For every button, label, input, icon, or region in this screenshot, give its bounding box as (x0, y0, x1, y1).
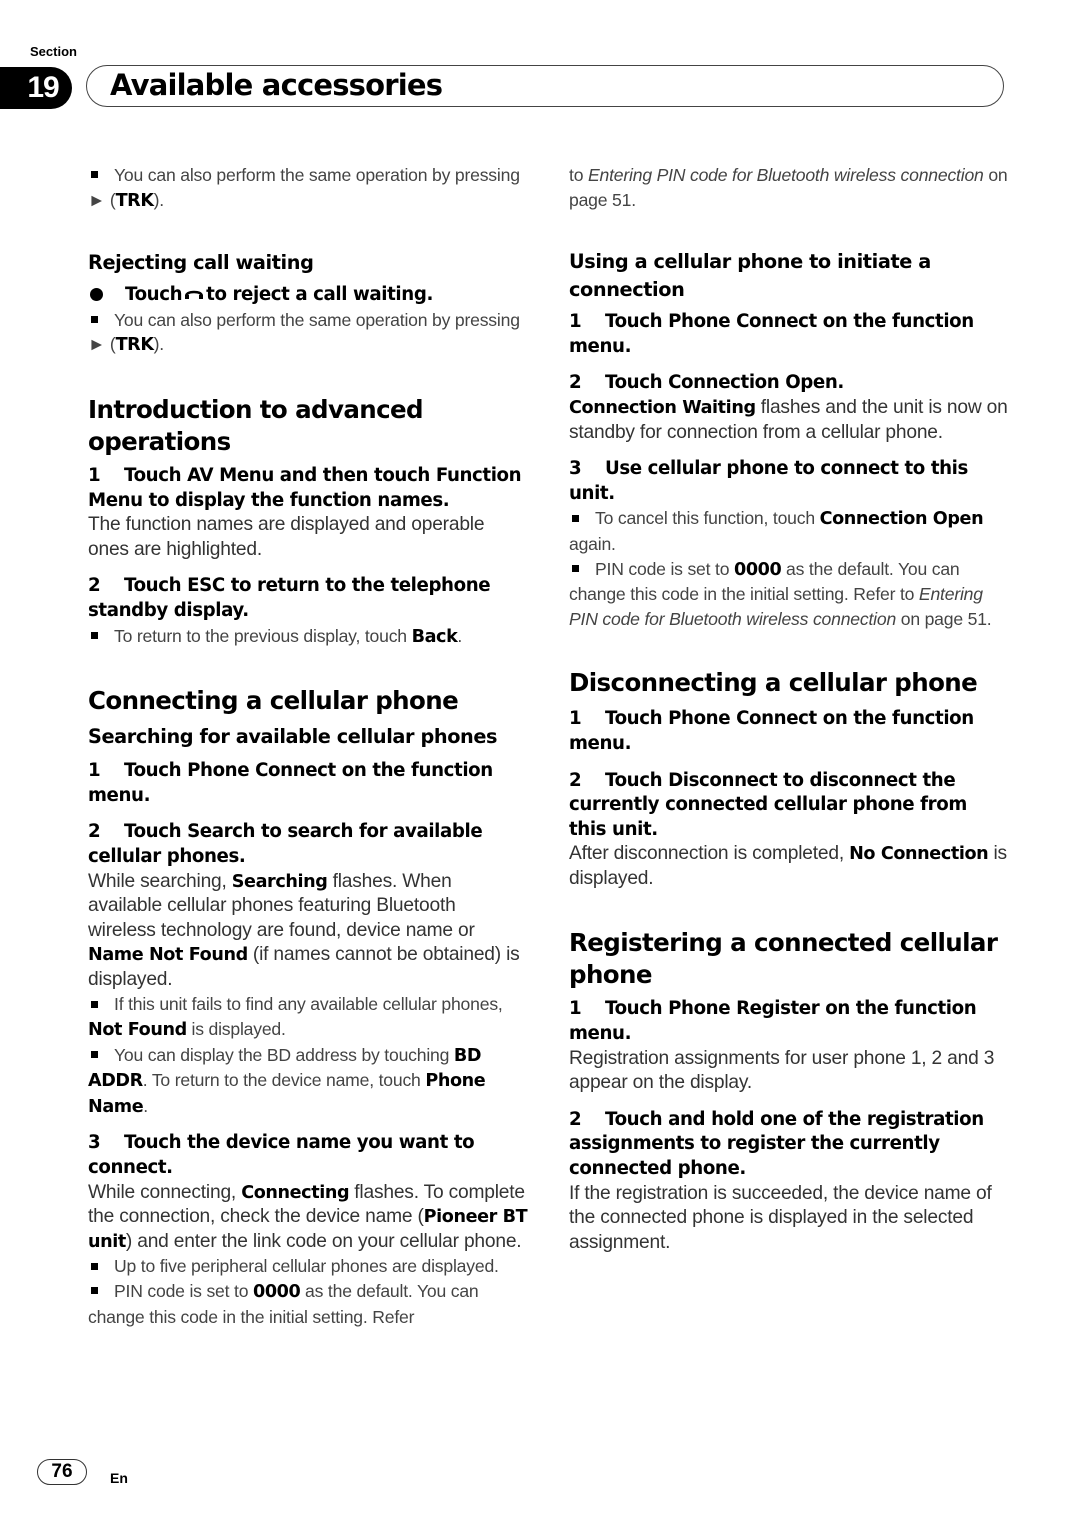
right-column: to Entering PIN code for Bluetooth wirel… (569, 163, 1009, 1255)
play-arrow-icon: ► (88, 189, 106, 210)
note-cancel: To cancel this function, touch Connectio… (569, 508, 984, 554)
disconnecting-step-2-body: After disconnection is completed, No Con… (569, 843, 1007, 889)
disconnecting-step-1: 1 Touch Phone Connect on the function men… (569, 708, 974, 754)
square-bullet-icon (91, 1262, 98, 1270)
note-trk-reject: You can also perform the same operation … (88, 309, 520, 356)
section-number-badge: 19 (0, 67, 72, 109)
intro-step-2-note: To return to the previous display, touch… (88, 624, 528, 650)
reject-bullet: Touch to reject a call waiting. (88, 283, 528, 308)
registering-step-2: 2 Touch and hold one of the registration … (569, 1108, 984, 1180)
cross-reference-link[interactable]: Entering PIN code for Bluetooth wireless… (588, 165, 984, 185)
language-label: En (110, 1470, 128, 1486)
square-bullet-icon (572, 514, 579, 522)
connecting-step-2: 2 Touch Search to search for available ce… (88, 821, 483, 867)
initiate-step-3: 3 Use cellular phone to connect to this u… (569, 458, 968, 504)
disconnecting-step-2: 2 Touch Disconnect to disconnect the curr… (569, 769, 967, 840)
pin-reference-continued: to Entering PIN code for Bluetooth wirel… (569, 165, 1008, 210)
note-pin-code: PIN code is set to 0000 as the default. … (88, 1281, 479, 1327)
initiate-step-2-body: Connection Waiting flashes and the unit … (569, 396, 1008, 443)
rejecting-call-waiting-heading: Rejecting call waiting (88, 251, 314, 275)
connecting-step-3: 3 Touch the device name you want to conne… (88, 1132, 475, 1179)
note-trk: You can also perform the same operation … (88, 165, 520, 211)
note-not-found: If this unit fails to find any available… (88, 994, 503, 1041)
connecting-step-3-body: While connecting, Connecting flashes. To… (88, 1181, 528, 1252)
note-bd-address: You can display the BD address by touchi… (88, 1044, 486, 1117)
initiate-step-2: 2 Touch Connection Open. (569, 372, 844, 394)
hang-up-phone-icon (185, 290, 204, 300)
intro-step-1: 1 Touch AV Menu and then touch Function M… (88, 464, 522, 511)
registering-heading: Registering a connected cellular phone (569, 928, 998, 990)
connecting-heading: Connecting a cellular phone (88, 686, 459, 716)
initiate-step-1: 1 Touch Phone Connect on the function men… (569, 311, 974, 357)
registering-step-1-body: Registration assignments for user phone … (569, 1047, 995, 1094)
disconnecting-heading: Disconnecting a cellular phone (569, 668, 978, 698)
page-title: Available accessories (110, 68, 443, 102)
note-pin-code: PIN code is set to 0000 as the default. … (569, 558, 992, 629)
square-bullet-icon (91, 316, 98, 324)
bullet-dot-icon (90, 287, 103, 301)
connecting-step-2-body: While searching, Searching flashes. When… (88, 870, 520, 990)
intro-step-2: 2 Touch ESC to return to the telephone st… (88, 575, 491, 621)
note-five-phones: Up to five peripheral cellular phones ar… (88, 1254, 528, 1279)
square-bullet-icon (572, 564, 579, 572)
play-arrow-icon: ► (88, 334, 106, 355)
registering-step-1: 1 Touch Phone Register on the function me… (569, 998, 977, 1045)
initiate-heading: Using a cellular phone to initiate a con… (569, 250, 931, 302)
registering-step-2-body: If the registration is succeeded, the de… (569, 1182, 992, 1253)
searching-subheading: Searching for available cellular phones (88, 725, 498, 749)
section-label: Section (30, 44, 77, 59)
left-column: You can also perform the same operation … (88, 163, 528, 1329)
square-bullet-icon (91, 1051, 98, 1058)
square-bullet-icon (91, 1000, 98, 1008)
square-bullet-icon (91, 171, 98, 179)
square-bullet-icon (91, 1287, 98, 1295)
intro-heading: Introduction to advanced operations (88, 394, 424, 456)
connecting-step-1: 1 Touch Phone Connect on the function men… (88, 760, 493, 806)
intro-step-1-body: The function names are displayed and ope… (88, 514, 485, 560)
square-bullet-icon (91, 631, 98, 639)
page-number-badge: 76 (37, 1459, 87, 1485)
